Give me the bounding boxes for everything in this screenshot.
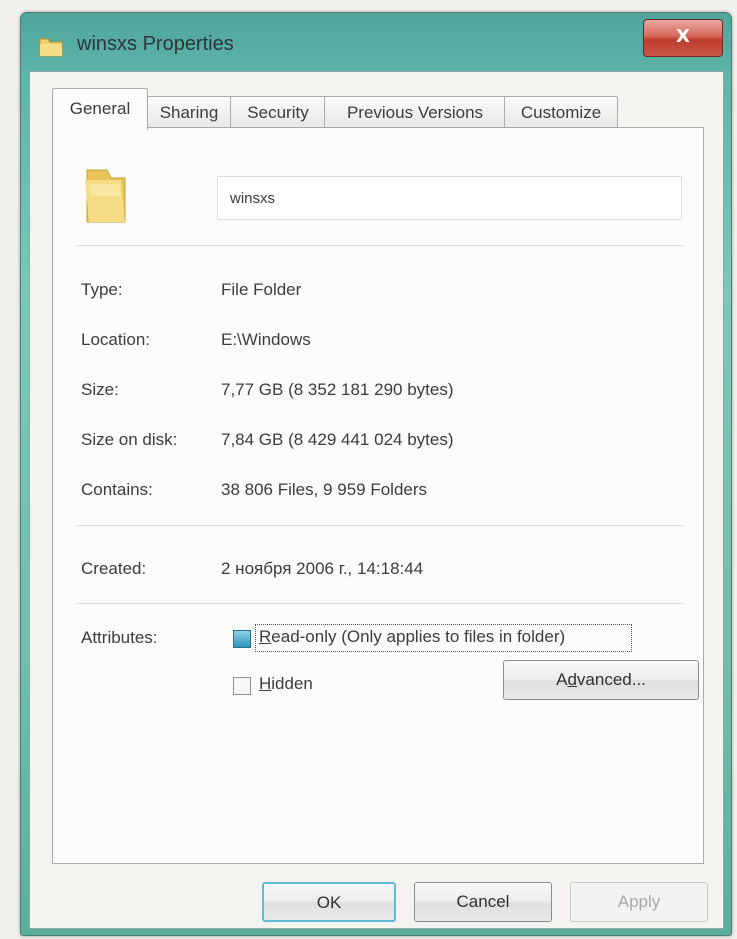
hidden-label[interactable]: Hidden bbox=[259, 674, 313, 694]
cancel-button[interactable]: Cancel bbox=[414, 882, 552, 922]
apply-button[interactable]: Apply bbox=[570, 882, 708, 922]
size-on-disk-label: Size on disk: bbox=[81, 430, 178, 449]
contains-label: Contains: bbox=[81, 480, 153, 499]
window-title: winsxs Properties bbox=[77, 33, 234, 55]
tab-sharing[interactable]: Sharing bbox=[146, 96, 232, 129]
dialog-client-area: General Sharing Security Previous Versio… bbox=[29, 71, 724, 929]
tab-security[interactable]: Security bbox=[230, 96, 326, 129]
properties-window: winsxs Properties X General Sharing Secu… bbox=[20, 12, 732, 936]
advanced-text-rest: vanced... bbox=[576, 670, 646, 689]
separator bbox=[77, 603, 683, 604]
hidden-checkbox[interactable] bbox=[233, 677, 251, 695]
advanced-button[interactable]: Advanced... bbox=[503, 660, 699, 700]
ok-button[interactable]: OK bbox=[262, 882, 396, 922]
created-value: 2 ноября 2006 г., 14:18:44 bbox=[221, 559, 424, 578]
type-value: File Folder bbox=[221, 280, 302, 299]
advanced-accelerator: d bbox=[567, 670, 577, 689]
folder-icon bbox=[39, 35, 63, 57]
separator bbox=[77, 525, 683, 526]
folder-large-icon bbox=[81, 166, 129, 226]
tab-customize[interactable]: Customize bbox=[504, 96, 618, 129]
size-label: Size: bbox=[81, 380, 119, 399]
hidden-accelerator: H bbox=[259, 674, 272, 693]
title-bar[interactable]: winsxs Properties X bbox=[21, 13, 731, 69]
contains-value: 38 806 Files, 9 959 Folders bbox=[221, 480, 428, 499]
size-value: 7,77 GB (8 352 181 290 bytes) bbox=[221, 380, 454, 399]
folder-name-field[interactable]: winsxs bbox=[217, 176, 682, 220]
size-on-disk-value: 7,84 GB (8 429 441 024 bytes) bbox=[221, 430, 454, 449]
location-label: Location: bbox=[81, 330, 150, 349]
readonly-accelerator: R bbox=[259, 627, 272, 646]
hidden-label-text: idden bbox=[271, 674, 313, 693]
type-label: Type: bbox=[81, 280, 123, 299]
readonly-label[interactable]: Read-only (Only applies to files in fold… bbox=[259, 627, 565, 647]
location-value: E:\Windows bbox=[221, 330, 311, 349]
readonly-checkbox[interactable] bbox=[233, 630, 251, 648]
close-button[interactable]: X bbox=[643, 19, 723, 57]
separator bbox=[77, 245, 683, 246]
attributes-label: Attributes: bbox=[81, 628, 158, 647]
created-label: Created: bbox=[81, 559, 147, 578]
advanced-text-a: A bbox=[556, 670, 568, 689]
readonly-label-text: ead-only (Only applies to files in folde… bbox=[271, 627, 566, 646]
tab-previous-versions[interactable]: Previous Versions bbox=[324, 96, 506, 129]
general-tab-panel: winsxs Type: File Folder Location: E:\Wi… bbox=[52, 127, 704, 864]
tab-general[interactable]: General bbox=[52, 88, 148, 130]
